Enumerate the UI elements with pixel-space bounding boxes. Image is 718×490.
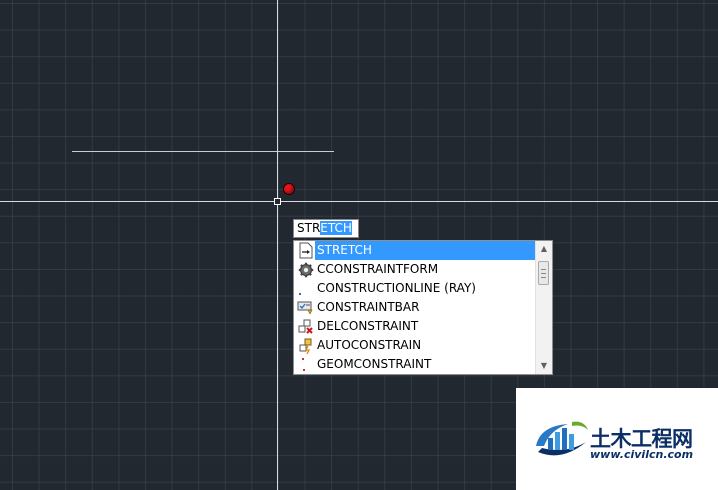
command-typed-text: STR (297, 221, 321, 235)
crosshair-horizontal (0, 201, 718, 202)
drawn-line-segment[interactable] (72, 151, 334, 152)
snap-marker-icon (283, 183, 295, 195)
autocomplete-item-label: AUTOCONSTRAIN (317, 338, 422, 352)
watermark-url: www.civilcn.com (590, 448, 694, 461)
autocomplete-item-geomconstraint[interactable]: GEOMCONSTRAINT (295, 355, 537, 374)
delete-constraint-icon (297, 318, 314, 335)
autocomplete-item-constraintbar[interactable]: CONSTRAINTBAR (295, 298, 537, 317)
autocomplete-item-label: GEOMCONSTRAINT (317, 357, 432, 371)
autocomplete-item-constructionline-ray[interactable]: CONSTRUCTIONLINE (RAY) (295, 279, 537, 298)
cursor-pickbox (274, 198, 281, 205)
command-autocomplete-list[interactable]: STRETCH CCONSTRAINTFORM CONSTRUCTIONLINE… (293, 240, 553, 375)
crosshair-vertical (277, 0, 278, 490)
command-input[interactable]: STRETCH (293, 219, 359, 238)
dot-icon (297, 280, 314, 297)
autocomplete-item-autoconstrain[interactable]: AUTOCONSTRAIN (295, 336, 537, 355)
autocomplete-item-cconstraintform[interactable]: CCONSTRAINTFORM (295, 260, 537, 279)
autocomplete-scrollbar[interactable]: ▲ ▼ (535, 241, 552, 374)
autocomplete-item-label: STRETCH (315, 241, 538, 260)
autocomplete-item-label: CONSTRAINTBAR (317, 300, 420, 314)
geom-constraint-icon (297, 356, 314, 373)
scrollbar-thumb[interactable] (538, 261, 549, 285)
gear-icon (297, 261, 314, 278)
auto-constrain-icon (297, 337, 314, 354)
stretch-icon (297, 242, 314, 259)
command-completion-text: ETCH (320, 221, 352, 235)
autocomplete-item-label: CONSTRUCTIONLINE (RAY) (317, 281, 476, 295)
autocomplete-item-label: DELCONSTRAINT (317, 319, 419, 333)
autocomplete-item-stretch[interactable]: STRETCH (295, 241, 538, 260)
civilcn-logo-icon (536, 421, 588, 456)
constraint-bar-icon (297, 299, 314, 316)
triangle-down-icon[interactable]: ▼ (536, 358, 552, 374)
autocomplete-item-label: CCONSTRAINTFORM (317, 262, 439, 276)
watermark: 土木工程网 www.civilcn.com (516, 388, 718, 490)
triangle-up-icon[interactable]: ▲ (536, 241, 552, 257)
autocomplete-item-delconstraint[interactable]: DELCONSTRAINT (295, 317, 537, 336)
